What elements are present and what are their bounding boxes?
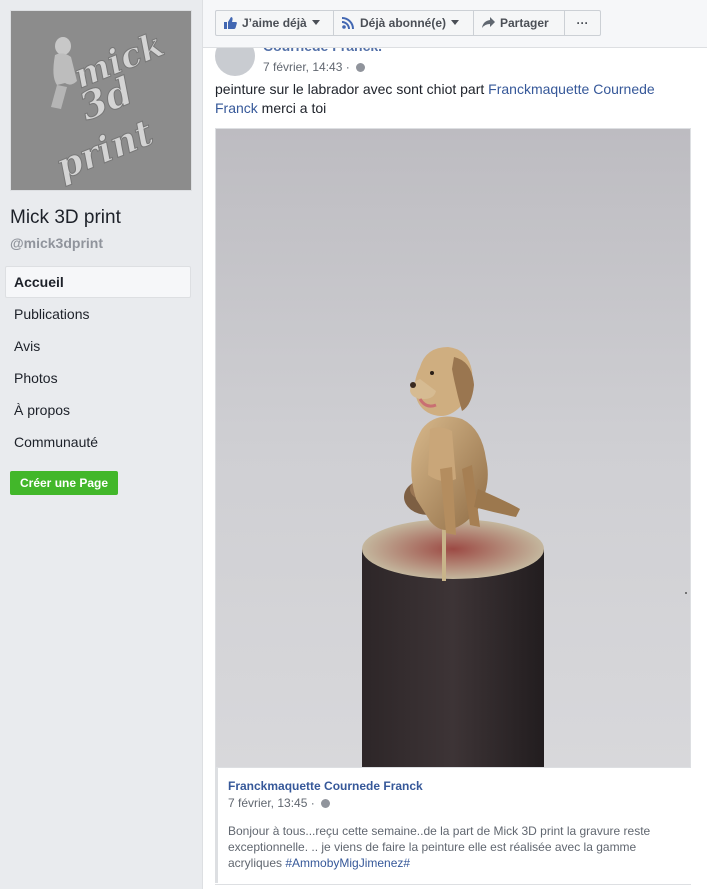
nav-item-accueil[interactable]: Accueil <box>5 266 191 298</box>
divider <box>215 884 691 885</box>
share-button-label: Partager <box>500 16 549 30</box>
nav-item-a-propos[interactable]: À propos <box>5 394 191 426</box>
post-photo[interactable] <box>215 128 691 768</box>
post-message: peinture sur le labrador avec sont chiot… <box>215 80 685 118</box>
nav-item-photos[interactable]: Photos <box>5 362 191 394</box>
like-button-label: J’aime déjà <box>242 16 307 30</box>
page-handle[interactable]: @mick3dprint <box>10 235 103 251</box>
post-timestamp: 7 février, 14:43 · <box>263 60 365 74</box>
nav-item-communaute[interactable]: Communauté <box>5 426 191 458</box>
follow-button-label: Déjà abonné(e) <box>360 16 447 30</box>
shared-post-time-text[interactable]: 7 février, 13:45 · <box>228 796 315 810</box>
post-message-end: merci a toi <box>257 100 327 116</box>
page-action-bar: J’aime déjà Déjà abonné(e) Partager ··· <box>203 0 707 48</box>
shared-post-message: Bonjour à tous...reçu cette semaine..de … <box>228 823 683 871</box>
more-dots-icon: ··· <box>576 16 589 30</box>
page-name[interactable]: Mick 3D print <box>10 207 121 229</box>
chevron-down-icon <box>311 20 320 26</box>
shared-post: Franckmaquette Cournede Franck 7 février… <box>215 768 691 883</box>
share-arrow-icon <box>482 17 495 28</box>
post-card: J’aime déjà Déjà abonné(e) Partager ··· <box>202 0 707 889</box>
create-page-button[interactable]: Créer une Page <box>10 471 119 495</box>
page-sidebar: mick 3d print Mick 3D print @mick3dprint… <box>0 0 202 889</box>
more-options-button[interactable]: ··· <box>564 10 601 36</box>
page-nav: Accueil Publications Avis Photos À propo… <box>5 266 191 458</box>
post-message-text: peinture sur le labrador avec sont chiot… <box>215 81 489 97</box>
post-time-text[interactable]: 7 février, 14:43 · <box>263 60 350 74</box>
shared-post-author[interactable]: Franckmaquette Cournede Franck <box>228 779 423 793</box>
rss-feed-icon <box>342 17 354 29</box>
thumbs-up-icon <box>224 17 237 29</box>
main-column: J’aime déjà Déjà abonné(e) Partager ··· <box>202 0 707 889</box>
globe-icon <box>320 799 330 808</box>
page-profile-picture[interactable]: mick 3d print <box>10 10 192 191</box>
nav-item-avis[interactable]: Avis <box>5 330 191 362</box>
follow-button[interactable]: Déjà abonné(e) <box>333 10 474 36</box>
shared-post-timestamp: 7 février, 13:45 · <box>228 796 330 810</box>
nav-item-publications[interactable]: Publications <box>5 298 191 330</box>
share-button[interactable]: Partager <box>473 10 565 36</box>
hashtag-link[interactable]: #AmmobyMigJimenez# <box>285 856 410 870</box>
like-button[interactable]: J’aime déjà <box>215 10 334 36</box>
globe-icon <box>355 63 365 72</box>
chevron-down-icon <box>451 20 460 26</box>
